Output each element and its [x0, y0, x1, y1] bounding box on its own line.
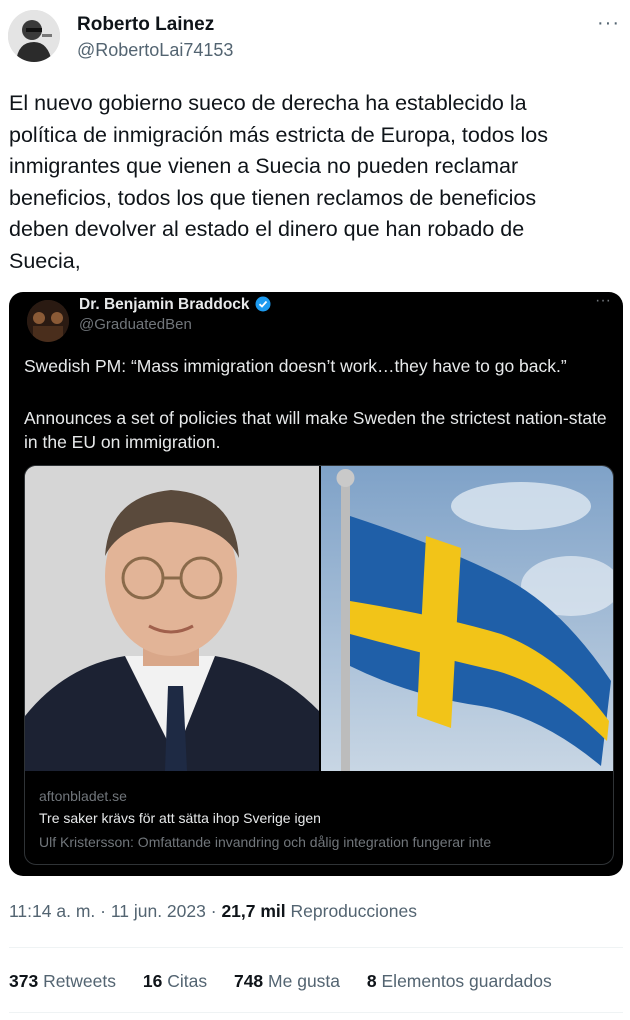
quoted-tweet-image[interactable]: Dr. Benjamin Braddock @GraduatedBen ··· … — [9, 292, 623, 876]
quoted-author-handle: @GraduatedBen — [79, 316, 192, 333]
stat-label: Elementos guardados — [376, 971, 552, 991]
author-avatar[interactable] — [8, 10, 60, 62]
tweet-time[interactable]: 11:14 a. m. — [9, 901, 95, 921]
views-label: Reproducciones — [285, 901, 417, 921]
swedish-flag-image — [321, 466, 613, 771]
meta-separator: · — [205, 901, 222, 921]
meta-separator: · — [95, 901, 111, 921]
stat-label: Citas — [162, 971, 208, 991]
tweet-header: Roberto Lainez @RobertoLai74153 ··· — [8, 8, 622, 66]
stat-label: Retweets — [38, 971, 117, 991]
bookmarks-stat[interactable]: 8 Elementos guardados — [367, 971, 552, 991]
stat-count: 373 — [9, 971, 39, 991]
portrait-image — [25, 466, 319, 771]
quoted-text-line1: Swedish PM: “Mass immigration doesn’t wo… — [24, 356, 567, 376]
stat-count: 748 — [233, 971, 264, 991]
quoted-link-card: aftonbladet.se Tre saker krävs för att s… — [24, 465, 614, 865]
quotes-stat[interactable]: 16 Citas — [143, 971, 207, 991]
tweet-meta: 11:14 a. m. · 11 jun. 2023 · 21,7 mil Re… — [9, 901, 417, 922]
link-description: Ulf Kristersson: Omfattande invandring o… — [39, 834, 492, 850]
more-horizontal-icon[interactable]: ··· — [597, 12, 620, 35]
tweet-text: El nuevo gobierno sueco de derecha ha es… — [9, 91, 548, 273]
author-handle[interactable]: @RobertoLai74153 — [77, 40, 233, 61]
quoted-author-name: Dr. Benjamin Braddock — [79, 296, 250, 313]
link-title: Tre saker krävs för att sätta ihop Sveri… — [39, 810, 321, 826]
link-domain: aftonbladet.se — [39, 788, 127, 804]
stat-count: 16 — [142, 971, 163, 991]
tweet-date[interactable]: 11 jun. 2023 — [111, 901, 206, 921]
stat-label: Me gusta — [263, 971, 341, 991]
quoted-text-line2: Announces a set of policies that will ma… — [24, 408, 607, 452]
author-name[interactable]: Roberto Lainez — [77, 14, 214, 36]
retweets-stat[interactable]: 373 Retweets — [9, 971, 116, 991]
views-count: 21,7 mil — [221, 901, 286, 921]
divider — [9, 947, 623, 948]
tweet-stats: 373 Retweets 16 Citas 748 Me gusta 8 Ele… — [9, 971, 574, 992]
quoted-author-avatar — [27, 300, 69, 342]
stat-count: 8 — [366, 971, 377, 991]
likes-stat[interactable]: 748 Me gusta — [234, 971, 340, 991]
divider — [9, 1012, 623, 1013]
verified-badge-icon — [255, 296, 271, 312]
quoted-more-icon: ··· — [595, 292, 611, 309]
